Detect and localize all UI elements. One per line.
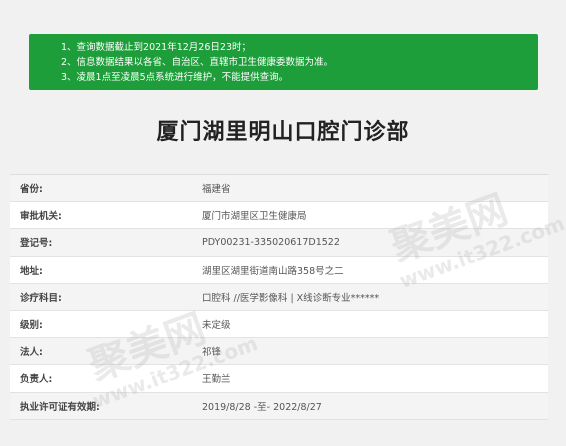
page-title: 厦门湖里明山口腔门诊部 [156, 120, 410, 145]
row-label: 审批机关: [20, 211, 62, 223]
notice-line-3: 3、凌晨1点至凌晨5点系统进行维护，不能提供查询。 [61, 72, 289, 83]
notice-line-1: 1、查询数据截止到2021年12月26日23时； [61, 42, 251, 53]
info-table: 省份: 福建省 审批机关: 厦门市湖里区卫生健康局 登记号: PDY00231-… [10, 174, 548, 420]
table-row: 审批机关: 厦门市湖里区卫生健康局 [10, 202, 548, 230]
row-label: 法人: [20, 347, 43, 359]
table-row: 诊疗科目: 口腔科 //医学影像科 | X线诊断专业****** [10, 283, 548, 311]
row-value: 未定级 [202, 320, 231, 332]
row-label: 级别: [20, 320, 43, 332]
row-label: 执业许可证有效期: [20, 401, 100, 413]
table-row: 地址: 湖里区湖里街道南山路358号之二 [10, 256, 548, 284]
table-row: 省份: 福建省 [10, 175, 548, 203]
table-row: 法人: 祁锋 [10, 338, 548, 366]
table-row: 负责人: 王勤兰 [10, 365, 548, 393]
row-value: 祁锋 [202, 347, 222, 359]
row-value: 湖里区湖里街道南山路358号之二 [202, 265, 344, 277]
row-value: 2019/8/28 -至- 2022/8/27 [202, 401, 322, 413]
table-row: 级别: 未定级 [10, 310, 548, 339]
row-value: PDY00231-335020617D1522 [202, 236, 340, 248]
row-value: 口腔科 //医学影像科 | X线诊断专业****** [202, 292, 380, 304]
row-label: 负责人: [20, 374, 53, 386]
notice-banner: 1、查询数据截止到2021年12月26日23时； 2、信息数据结果以各省、自治区… [29, 34, 538, 90]
row-label: 登记号: [20, 238, 53, 250]
table-row: 执业许可证有效期: 2019/8/28 -至- 2022/8/27 [10, 392, 548, 420]
row-value: 厦门市湖里区卫生健康局 [202, 211, 307, 223]
row-value: 福建省 [202, 184, 231, 196]
row-label: 诊疗科目: [20, 292, 62, 304]
table-row: 登记号: PDY00231-335020617D1522 [10, 229, 548, 257]
notice-line-2: 2、信息数据结果以各省、自治区、直辖市卫生健康委数据为准。 [61, 57, 334, 68]
row-value: 王勤兰 [202, 374, 231, 386]
row-label: 地址: [20, 265, 43, 277]
row-label: 省份: [20, 184, 43, 196]
